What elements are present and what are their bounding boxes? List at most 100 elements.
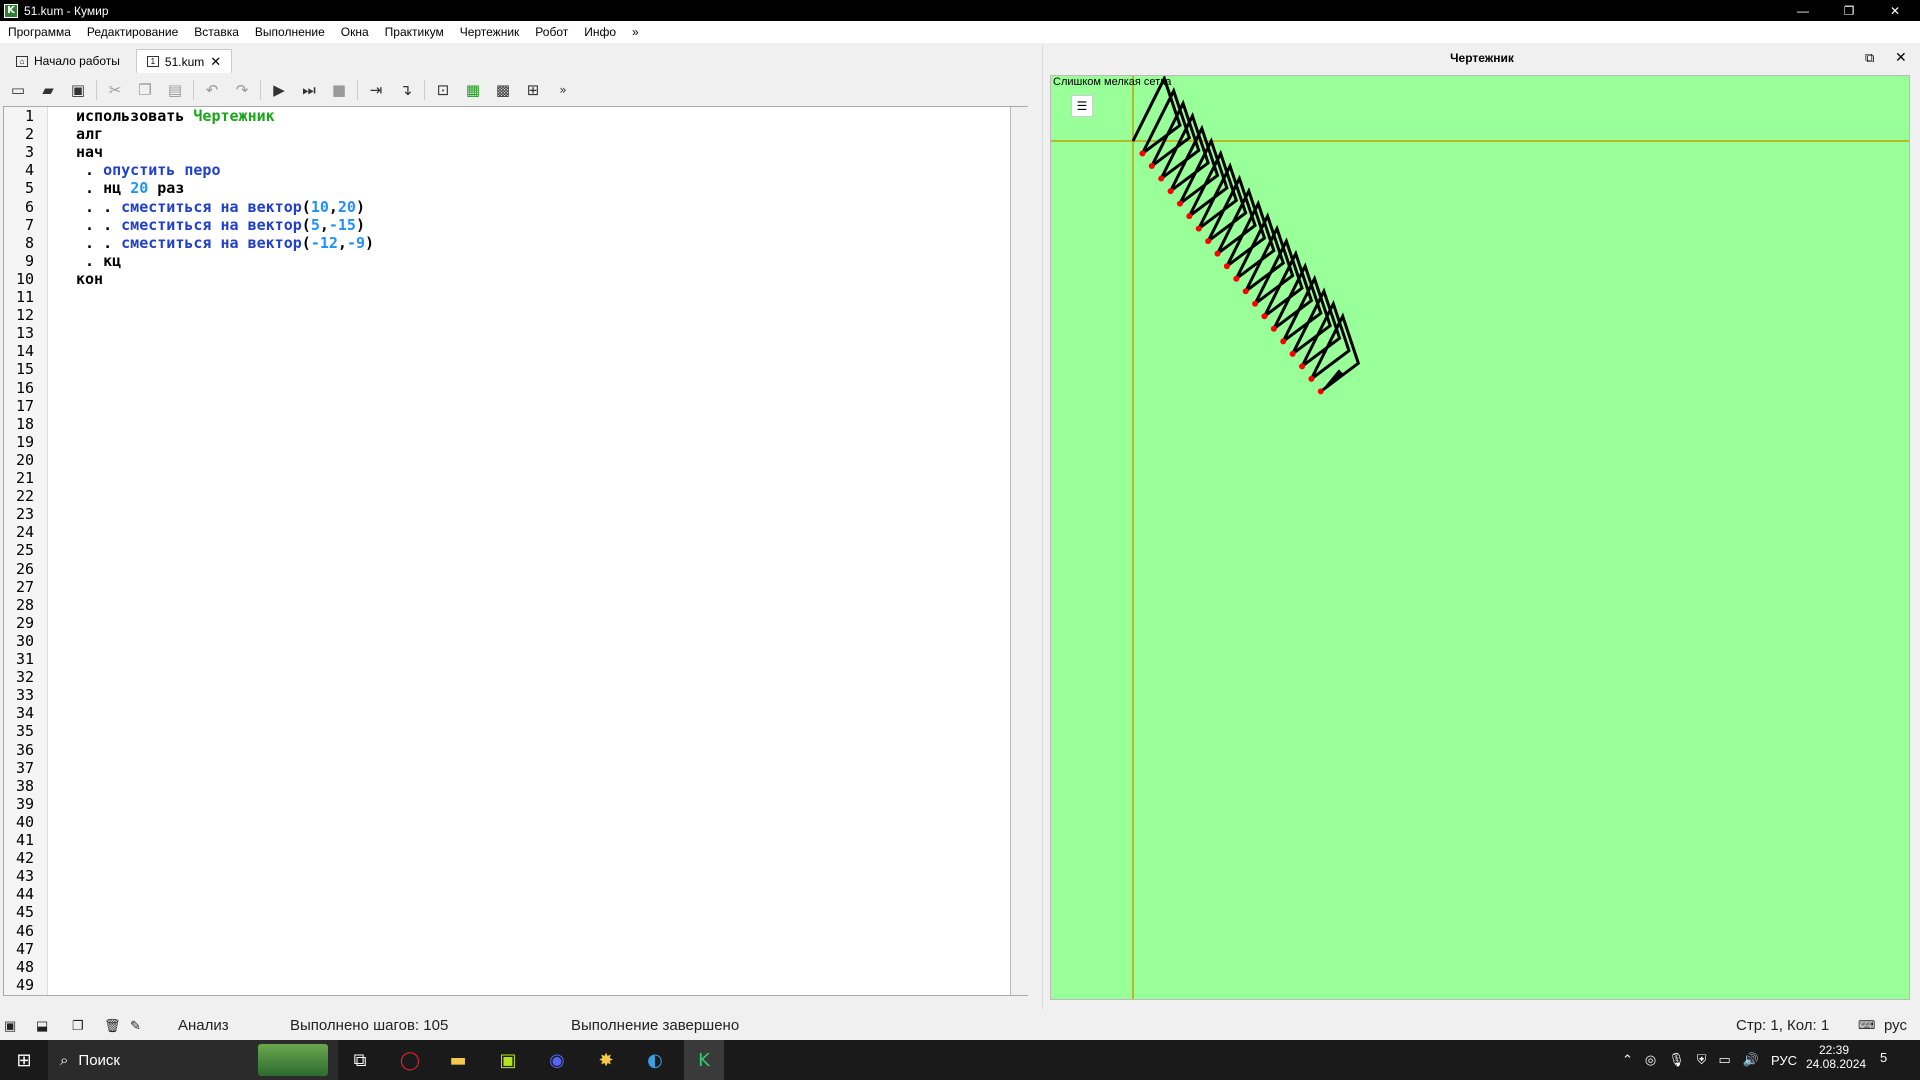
restore-button[interactable]: ❐ (1826, 0, 1872, 21)
discord-icon[interactable]: ◉ (537, 1040, 577, 1080)
menu-item[interactable]: Практикум (377, 25, 452, 39)
step-marker (1308, 375, 1315, 382)
code-line[interactable]: использовать Чертежник (76, 107, 275, 125)
save-output-icon[interactable]: ⬓ (36, 1018, 48, 1034)
code-line[interactable]: нач (76, 143, 103, 161)
redo-icon[interactable]: ↷ (230, 78, 254, 102)
paste-icon[interactable]: ▤ (163, 78, 187, 102)
code-line[interactable]: . кц (76, 252, 121, 270)
open-folder-icon[interactable]: ▰ (36, 78, 60, 102)
language-indicator[interactable]: РУС (1771, 1053, 1797, 1068)
line-number: 9 (24, 251, 34, 270)
line-number: 41 (15, 831, 34, 849)
editor-tabs: ⌂ Начало работы 1 51.kum ✕ (0, 47, 1040, 73)
task-view-icon[interactable]: ⧉ (340, 1040, 380, 1080)
code-line[interactable]: . . сместиться на вектор(-12,-9) (76, 234, 374, 252)
menu-item[interactable]: Робот (527, 25, 576, 39)
microphone-icon[interactable]: 🎙 (1668, 1052, 1685, 1068)
close-window-button[interactable]: ✕ (1872, 0, 1918, 21)
line-number: 31 (15, 650, 34, 668)
camera-icon[interactable]: ◎ (1645, 1052, 1656, 1068)
close-drawer-icon[interactable]: ✕ (1895, 49, 1907, 66)
menu-item[interactable]: Вставка (186, 25, 247, 39)
separator (260, 80, 261, 100)
code-line[interactable]: алг (76, 125, 103, 143)
edge-icon[interactable]: ◐ (635, 1040, 675, 1080)
line-number: 11 (15, 288, 34, 306)
search-highlight-image (258, 1044, 328, 1076)
drawing-canvas[interactable]: Слишком мелкая сетка ☰ (1050, 75, 1910, 1000)
tab-51-kum[interactable]: 1 51.kum ✕ (135, 49, 233, 73)
editor-scrollbar[interactable] (1010, 107, 1028, 995)
toolbar-overflow[interactable]: » (551, 78, 575, 102)
network-icon[interactable]: ▭ (1719, 1052, 1731, 1068)
tab-label: 51.kum (164, 54, 205, 69)
run-icon[interactable]: ▶ (267, 78, 291, 102)
menu-item[interactable]: Чертежник (452, 25, 528, 39)
line-number: 42 (15, 849, 34, 868)
line-number: 19 (15, 432, 34, 451)
edit-icon[interactable]: ✎ (130, 1018, 141, 1034)
code-editor[interactable]: 1 2 3 4 5 6 7 8 9 10 11 12 13 14 15 16 17 18 19 20 21 22 23 24 2… (3, 106, 1028, 996)
copy-icon[interactable]: ❐ (133, 78, 157, 102)
line-number: 13 (15, 324, 34, 343)
menu-item[interactable]: Выполнение (247, 25, 333, 39)
save-icon[interactable]: ▣ (66, 78, 90, 102)
line-number: 12 (15, 306, 34, 325)
kumir-taskbar-icon[interactable]: K (684, 1040, 724, 1080)
file-explorer-icon[interactable]: ▬ (438, 1040, 478, 1080)
table-icon[interactable]: ▩ (491, 78, 515, 102)
step-over-icon[interactable]: ⇥ (364, 78, 388, 102)
code-line[interactable]: . нц 20 раз (76, 179, 184, 197)
step-into-icon[interactable]: ↴ (394, 78, 418, 102)
code-token: 5 (310, 215, 320, 234)
tab-start-page[interactable]: ⌂ Начало работы (6, 49, 130, 73)
menu-item[interactable]: Окна (333, 25, 377, 39)
code-token: 10 (310, 197, 329, 216)
menu-item[interactable]: Редактирование (79, 25, 186, 39)
windows-start-icon[interactable]: ⊞ (4, 1040, 44, 1080)
home-icon: ⌂ (16, 55, 28, 67)
tray-chevron-icon[interactable]: ⌃ (1622, 1052, 1633, 1068)
code-token: ( (301, 197, 311, 216)
volume-icon[interactable]: 🔊 (1743, 1052, 1759, 1068)
input-language: рус (1884, 1017, 1908, 1034)
notifications-icon[interactable]: 5 (1880, 1050, 1887, 1065)
app-sun-icon[interactable]: ✸ (586, 1040, 626, 1080)
taskbar-search[interactable]: ⌕ Поиск (48, 1040, 338, 1080)
code-line[interactable]: . опустить перо (76, 161, 220, 179)
menu-item[interactable]: Инфо (576, 25, 624, 39)
drawer-icon[interactable]: ⊞ (521, 78, 545, 102)
robot-grid-icon[interactable]: ▦ (461, 78, 485, 102)
new-file-icon[interactable]: ▭ (6, 78, 30, 102)
opera-icon[interactable]: ◯ (390, 1040, 430, 1080)
cut-icon[interactable]: ✂ (103, 78, 127, 102)
clear-output-icon[interactable]: 🗑 (104, 1018, 121, 1034)
pycharm-icon[interactable]: ▣ (488, 1040, 528, 1080)
code-token: 20 (130, 179, 149, 198)
close-tab-icon[interactable]: ✕ (210, 54, 221, 70)
line-number: 8 (24, 233, 34, 252)
line-number: 21 (15, 469, 34, 487)
security-icon[interactable]: ⛨ (1697, 1052, 1707, 1068)
undock-icon[interactable]: ⧉ (1865, 50, 1874, 66)
minimize-button[interactable]: — (1780, 0, 1826, 21)
windows-taskbar: ⊞ ⌕ Поиск ⧉ ◯ ▬ ▣ ◉ ✸ ◐ K ⌃ ◎ 🎙 ⛨ ▭ 🔊 РУ… (0, 1040, 1920, 1080)
line-number: 32 (15, 668, 34, 687)
menu-item[interactable]: Программа (0, 25, 79, 39)
console-icon[interactable]: ▣ (4, 1018, 16, 1034)
code-token: алг (76, 125, 104, 144)
copy-output-icon[interactable]: ❐ (72, 1018, 84, 1034)
step-run-icon[interactable]: ⏭ (297, 78, 321, 102)
code-line[interactable]: кон (76, 270, 103, 288)
canvas-menu-button[interactable]: ☰ (1071, 95, 1093, 117)
drawer-panel: Чертежник ⧉ ✕ Слишком мелкая сетка ☰ (1042, 45, 1920, 1010)
variables-icon[interactable]: ⊡ (431, 78, 455, 102)
clock[interactable]: 22:39 24.08.2024 (1806, 1043, 1866, 1071)
menu-item[interactable]: » (624, 25, 647, 39)
code-line[interactable]: . . сместиться на вектор(5,-15) (76, 216, 365, 234)
stop-icon[interactable]: ■ (327, 78, 351, 102)
undo-icon[interactable]: ↶ (200, 78, 224, 102)
pen-icon (1320, 369, 1343, 392)
code-line[interactable]: . . сместиться на вектор(10,20) (76, 198, 365, 216)
